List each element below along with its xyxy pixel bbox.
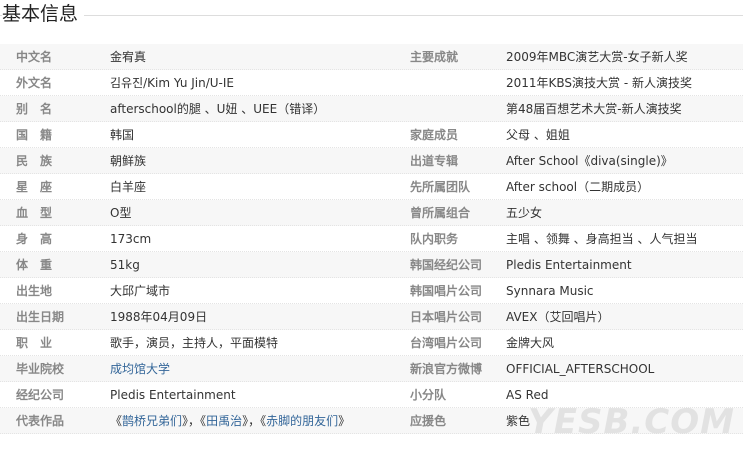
info-value: 韩国 — [110, 128, 135, 142]
work-link[interactable]: 赤脚的朋友们 — [266, 414, 338, 428]
info-label: 出道专辑 — [410, 154, 459, 168]
info-label: 日本唱片公司 — [410, 310, 483, 324]
info-value: 2011年KBS演技大赏 - 新人演技奖 — [506, 76, 693, 90]
info-value: 成均馆大学 — [110, 356, 402, 382]
info-value: After School《diva(single)》 — [506, 154, 673, 168]
info-row: 出生日期 1988年04月09日 日本唱片公司 AVEX（艾回唱片） — [0, 304, 743, 330]
info-row: 外文名 김유진/Kim Yu Jin/U-IE 2011年KBS演技大赏 - 新… — [0, 70, 743, 96]
info-value: 金宥真 — [110, 50, 147, 64]
info-value: OFFICIAL_AFTERSCHOOL — [506, 362, 655, 376]
info-label: 身 高 — [16, 232, 53, 246]
info-value: 五少女 — [506, 206, 543, 220]
info-value: afterschool的腿 、U妞 、UEE（错译） — [110, 102, 326, 116]
school-link[interactable]: 成均馆大学 — [110, 362, 170, 376]
info-value: 173cm — [110, 232, 152, 246]
info-value: 主唱 、领舞 、身高担当 、人气担当 — [506, 232, 698, 246]
info-label: 新浪官方微博 — [410, 362, 483, 376]
info-value: 2009年MBC演艺大赏-女子新人奖 — [506, 50, 688, 64]
info-label: 主要成就 — [410, 50, 459, 64]
info-label: 中文名 — [16, 50, 53, 64]
info-label: 职 业 — [16, 336, 53, 350]
info-value: 金牌大风 — [506, 336, 555, 350]
info-value: Pledis Entertainment — [110, 388, 236, 402]
section-title: 基本信息 — [2, 2, 85, 26]
info-label: 应援色 — [410, 414, 447, 428]
info-table: 中文名 金宥真 主要成就 2009年MBC演艺大赏-女子新人奖 外文名 김유진/… — [0, 44, 743, 434]
work-link[interactable]: 田禹治 — [206, 414, 242, 428]
info-label — [410, 96, 502, 122]
info-value: AS Red — [506, 388, 549, 402]
info-value: After school（二期成员） — [506, 180, 650, 194]
info-value: 父母 、姐姐 — [506, 128, 570, 142]
info-value: 紫色 — [506, 414, 531, 428]
info-row: 身 高 173cm 队内职务 主唱 、领舞 、身高担当 、人气担当 — [0, 226, 743, 252]
info-value: 白羊座 — [110, 180, 147, 194]
info-row: 体 重 51kg 韩国经纪公司 Pledis Entertainment — [0, 252, 743, 278]
info-row: 代表作品 《鹊桥兄弟们》，《田禹治》，《赤脚的朋友们》 应援色 紫色 — [0, 408, 743, 434]
works-punct: 》， — [182, 414, 201, 428]
info-label: 曾所属组合 — [410, 206, 471, 220]
info-value: AVEX（艾回唱片） — [506, 310, 610, 324]
info-row: 经纪公司 Pledis Entertainment 小分队 AS Red — [0, 382, 743, 408]
info-label: 外文名 — [16, 76, 53, 90]
info-value: 歌手，演员，主持人，平面模特 — [110, 336, 279, 350]
info-value: Pledis Entertainment — [506, 258, 632, 272]
info-label: 代表作品 — [16, 414, 65, 428]
info-label: 韩国唱片公司 — [410, 284, 483, 298]
info-label: 出生日期 — [16, 310, 65, 324]
info-value: Synnara Music — [506, 284, 594, 298]
info-label: 出生地 — [16, 284, 53, 298]
works-punct: 》 — [338, 414, 351, 428]
info-label: 毕业院校 — [16, 362, 65, 376]
title-divider — [0, 15, 743, 16]
works-punct: 》， — [242, 414, 261, 428]
info-label: 别 名 — [16, 102, 53, 116]
info-row: 毕业院校 成均馆大学 新浪官方微博 OFFICIAL_AFTERSCHOOL — [0, 356, 743, 382]
section-header: 基本信息 — [0, 0, 743, 28]
info-row: 民 族 朝鲜族 出道专辑 After School《diva(single)》 — [0, 148, 743, 174]
info-label: 星 座 — [16, 180, 53, 194]
info-value: 朝鲜族 — [110, 154, 147, 168]
info-label: 国 籍 — [16, 128, 53, 142]
info-label: 家庭成员 — [410, 128, 459, 142]
info-value: 第48届百想艺术大赏-新人演技奖 — [506, 102, 682, 116]
info-value: 51kg — [110, 258, 140, 272]
info-value: 김유진/Kim Yu Jin/U-IE — [110, 76, 234, 90]
info-value: O型 — [110, 206, 132, 220]
info-row: 别 名 afterschool的腿 、U妞 、UEE（错译） 第48届百想艺术大… — [0, 96, 743, 122]
info-row: 职 业 歌手，演员，主持人，平面模特 台湾唱片公司 金牌大风 — [0, 330, 743, 356]
works-value: 《鹊桥兄弟们》，《田禹治》，《赤脚的朋友们》 — [110, 408, 406, 434]
info-label: 小分队 — [410, 388, 447, 402]
works-punct: 《 — [110, 414, 123, 428]
info-value: 大邱广域市 — [110, 284, 171, 298]
info-label: 队内职务 — [410, 232, 459, 246]
info-label: 先所属团队 — [410, 180, 471, 194]
info-label: 血 型 — [16, 206, 53, 220]
info-row: 出生地 大邱广域市 韩国唱片公司 Synnara Music — [0, 278, 743, 304]
info-label: 韩国经纪公司 — [410, 258, 483, 272]
info-value: 1988年04月09日 — [110, 310, 208, 324]
info-row: 中文名 金宥真 主要成就 2009年MBC演艺大赏-女子新人奖 — [0, 44, 743, 70]
info-label: 民 族 — [16, 154, 53, 168]
info-row: 星 座 白羊座 先所属团队 After school（二期成员） — [0, 174, 743, 200]
info-row: 国 籍 韩国 家庭成员 父母 、姐姐 — [0, 122, 743, 148]
work-link[interactable]: 鹊桥兄弟们 — [122, 414, 182, 428]
info-label — [410, 70, 502, 96]
info-label: 体 重 — [16, 258, 53, 272]
info-label: 经纪公司 — [16, 388, 65, 402]
info-row: 血 型 O型 曾所属组合 五少女 — [0, 200, 743, 226]
info-label: 台湾唱片公司 — [410, 336, 483, 350]
